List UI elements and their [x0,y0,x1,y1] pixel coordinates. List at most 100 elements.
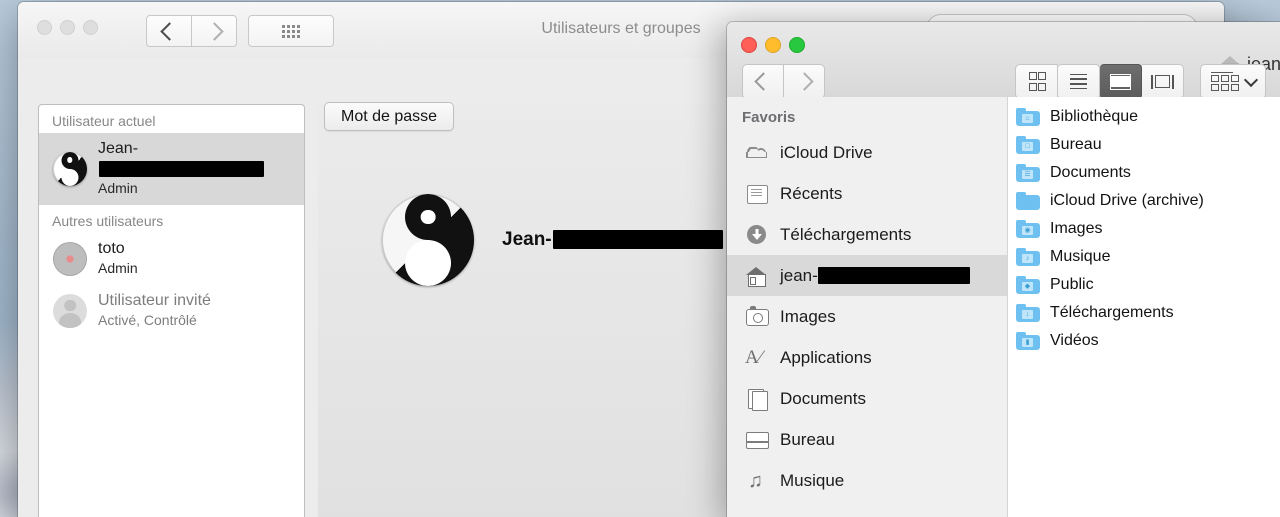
chevron-down-icon [1243,72,1258,87]
coverflow-icon [1151,74,1174,89]
user-list-current-header: Utilisateur actuel [52,113,156,129]
user-role: Admin [98,260,138,276]
user-list[interactable]: Utilisateur actuel Jean- Admin Autres ut… [38,104,305,517]
user-info: Utilisateur invité Activé, Contrôlé [98,291,211,330]
list-item[interactable]: ▮ Vidéos [1008,327,1280,355]
user-name: toto [98,240,125,257]
sidebar-header-favoris: Favoris [742,109,796,126]
forward-button[interactable] [784,64,825,99]
sidebar-item-home[interactable]: jean- [727,255,1007,296]
sidebar-item-label: iCloud Drive [780,142,873,162]
grid-icon [1029,72,1046,91]
list-item[interactable]: ↓ Téléchargements [1008,299,1280,327]
view-mode-segmented-control[interactable] [1015,64,1184,99]
sidebar-item-label: Bureau [780,429,835,449]
sidebar-item-label: Téléchargements [780,224,912,244]
list-item-label: Documents [1050,164,1131,181]
list-view-button[interactable] [1058,64,1100,99]
finder-traffic-lights[interactable] [741,37,805,53]
music-note-icon: ♫ [748,470,763,492]
user-name: Utilisateur invité [98,292,211,309]
password-tab[interactable]: Mot de passe [324,102,455,131]
list-item-label: Musique [1050,248,1111,265]
list-item-label: Images [1050,220,1103,237]
columns-icon [1110,73,1131,90]
list-item-label: Vidéos [1050,332,1099,349]
user-name: Jean- [98,139,304,179]
recents-tray-icon [745,182,768,205]
sidebar-item-label: Images [780,306,836,326]
finder-toolbar [727,64,1280,99]
list-item-label: Bureau [1050,136,1102,153]
coverflow-view-button[interactable] [1142,64,1184,99]
column-view-button[interactable] [1100,64,1142,99]
user-role: Activé, Contrôlé [98,312,197,328]
sidebar-item-applications[interactable]: A⁄ Applications [727,337,1007,378]
sidebar-item-recents[interactable]: Récents [727,173,1007,214]
music-folder-icon: ♪ [1016,248,1040,266]
icon-view-button[interactable] [1015,64,1058,99]
desktop-folder-icon: □ [1016,136,1040,154]
avatar [53,241,87,276]
documents-icon [745,387,768,411]
user-list-others-header: Autres utilisateurs [52,213,164,229]
list-item[interactable]: ◆ Public [1008,271,1280,299]
public-folder-icon: ◆ [1016,276,1040,294]
minimize-button[interactable] [765,37,781,53]
library-folder-icon: ⌂ [1016,108,1040,126]
avatar [53,151,87,186]
sidebar-item-desktop[interactable]: Bureau [727,419,1007,460]
sidebar-item-documents[interactable]: Documents [727,378,1007,419]
list-item[interactable]: ◉ Images [1008,215,1280,243]
plain-folder-icon [1016,192,1040,210]
list-item[interactable]: □ Bureau [1008,131,1280,159]
detail-user-name: Jean- [502,229,723,251]
list-item[interactable]: ♪ Musique [1008,243,1280,271]
user-info: Jean- Admin [98,139,304,198]
close-button[interactable] [741,37,757,53]
zoom-button[interactable] [789,37,805,53]
sidebar-item-music[interactable]: ♫ Musique [727,460,1007,501]
documents-folder-icon: ☰ [1016,164,1040,182]
downloads-folder-icon: ↓ [1016,304,1040,322]
finder-sidebar[interactable]: Favoris iCloud Drive Récents Téléchargem… [727,97,1008,517]
chevron-right-icon [794,72,814,91]
list-item[interactable]: ☰ Documents [1008,159,1280,187]
redaction-bar [817,266,970,284]
list-item-label: Public [1050,276,1094,293]
movies-folder-icon: ▮ [1016,332,1040,350]
list-item-label: iCloud Drive (archive) [1050,192,1204,209]
avatar-large [382,194,474,286]
camera-icon [745,305,769,328]
list-item[interactable]: ⌂ Bibliothèque [1008,103,1280,131]
downloads-arrow-icon [745,223,768,246]
back-button[interactable] [742,64,784,99]
arrange-by-button[interactable] [1200,64,1266,99]
avatar [53,293,87,328]
sidebar-item-icloud-drive[interactable]: iCloud Drive [727,132,1007,173]
sidebar-item-pictures[interactable]: Images [727,296,1007,337]
cloud-icon [745,141,768,164]
finder-column-view[interactable]: ⌂ Bibliothèque □ Bureau ☰ Documents iClo… [1008,97,1280,517]
pictures-folder-icon: ◉ [1016,220,1040,238]
sidebar-item-label: Applications [780,347,872,367]
sidebar-item-downloads[interactable]: Téléchargements [727,214,1007,255]
finder-window[interactable]: jean- F [727,22,1280,517]
chevron-left-icon [753,72,773,91]
user-role: Admin [98,180,138,196]
sidebar-item-label: Musique [780,470,845,490]
list-icon [1070,73,1087,90]
list-item-label: Téléchargements [1050,304,1174,321]
finder-nav-group[interactable] [742,64,825,99]
user-row-current[interactable]: Jean- Admin [39,133,304,205]
detail-user-header: Jean- [382,194,723,286]
sidebar-item-label: Récents [780,183,843,203]
finder-titlebar: jean- [727,22,1280,99]
user-row-toto[interactable]: toto Admin [39,233,304,285]
sidebar-item-label: Documents [780,388,866,408]
user-info: toto Admin [98,239,138,278]
user-row-guest[interactable]: Utilisateur invité Activé, Contrôlé [39,285,304,337]
desktop-icon [745,428,769,451]
arrange-grid-icon [1210,71,1239,92]
list-item[interactable]: iCloud Drive (archive) [1008,187,1280,215]
